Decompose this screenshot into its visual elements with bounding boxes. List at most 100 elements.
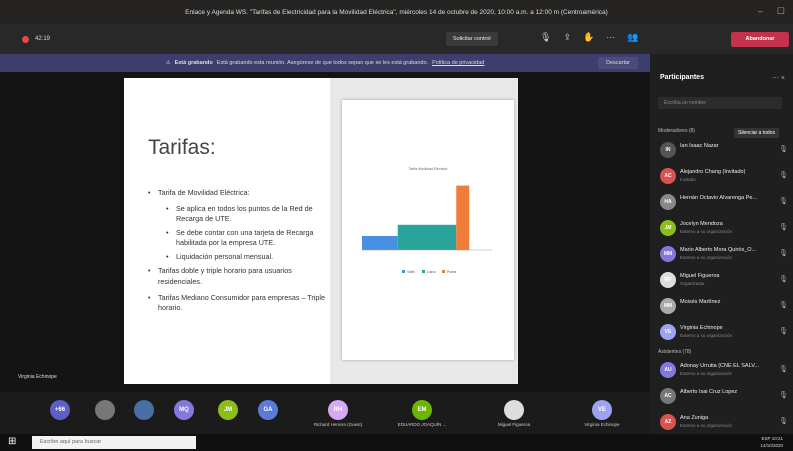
window-title-bar: Enlace y Agenda WS. "Tarifas de Electric… bbox=[0, 0, 793, 24]
participants-icon[interactable]: 👥 bbox=[627, 32, 638, 43]
participant-avatar[interactable] bbox=[134, 400, 154, 420]
participant-name: Adonay Urrutia (CNE EL SALV... bbox=[680, 363, 759, 369]
chart-document: Tarifa Movilidad Eléctrica Valle Llano Punt… bbox=[342, 100, 514, 360]
participant-avatar[interactable] bbox=[95, 400, 115, 420]
meeting-stage: Tarifas: Tarifa de Movilidad Eléctrica: … bbox=[0, 72, 650, 392]
participant-avatar: IN bbox=[660, 142, 676, 158]
slide-content: Tarifas: Tarifa de Movilidad Eléctrica: … bbox=[124, 78, 330, 384]
dismiss-button[interactable]: Descartar bbox=[598, 57, 638, 69]
participant-row[interactable]: MM Moisés Martínez 🎙 bbox=[660, 298, 790, 318]
participant-row[interactable]: AC Alberto Isai Cruz Lopez 🎙 bbox=[660, 388, 790, 408]
participant-row[interactable]: HA Hernán Octavio Alvarenga Pe... 🎙 bbox=[660, 194, 790, 214]
mic-icon[interactable]: 🎙 bbox=[779, 275, 788, 283]
participant-row[interactable]: AU Adonay Urrutia (CNE EL SALV... Externo … bbox=[660, 362, 790, 382]
reactions-icon[interactable]: ✋ bbox=[583, 32, 594, 43]
recording-banner: ⚠ Está grabando Está grabando esta reuni… bbox=[0, 54, 650, 72]
attendees-header: Asistentes (78) bbox=[658, 349, 692, 355]
participant-avatar: AZ bbox=[660, 414, 676, 430]
participant-status: Externo a su organización bbox=[680, 333, 733, 338]
participant-label: EDUARDO JOAQUÍN ... bbox=[397, 422, 447, 427]
meeting-timer: 42:19 bbox=[35, 36, 51, 42]
participant-label: Virginia Echinope bbox=[584, 422, 620, 427]
mic-icon[interactable]: 🎙 bbox=[779, 301, 788, 309]
participant-row[interactable]: AZ Ana Zuniga Externo a su organización 🎙 bbox=[660, 414, 790, 434]
warning-icon: ⚠ bbox=[165, 60, 171, 66]
more-icon[interactable]: ⋯ bbox=[772, 75, 779, 82]
speaker-label: Virginia Echinope bbox=[18, 374, 57, 380]
taskbar-search[interactable]: Escribe aquí para buscar bbox=[32, 436, 196, 449]
participant-row[interactable]: AC Alejandro Chang (Invitado) Invitado 🎙 bbox=[660, 168, 790, 188]
legend-label: Llano bbox=[427, 270, 436, 274]
mic-icon[interactable]: 🎙 bbox=[779, 171, 788, 179]
more-options-icon[interactable]: ⋯ bbox=[606, 32, 615, 43]
mic-icon[interactable]: 🎙 bbox=[540, 32, 551, 43]
participant-avatar[interactable]: JM bbox=[218, 400, 238, 420]
participant-avatar: AC bbox=[660, 388, 676, 404]
participant-status: Organizador bbox=[680, 281, 705, 286]
slide-chart-area: Tarifa Movilidad Eléctrica Valle Llano Punt… bbox=[330, 78, 518, 384]
moderators-header: Moderadores (8) bbox=[658, 128, 695, 134]
mic-icon[interactable]: 🎙 bbox=[779, 417, 788, 425]
leave-button[interactable]: Abandonar bbox=[731, 32, 789, 47]
participant-name: Ian Isaac Nazar bbox=[680, 143, 719, 149]
mute-all-button[interactable]: Silenciar a todos bbox=[734, 128, 779, 138]
mic-icon[interactable]: 🎙 bbox=[779, 365, 788, 373]
participant-avatar[interactable]: +66 bbox=[50, 400, 70, 420]
leave-label: Abandonar bbox=[745, 36, 775, 42]
participant-name: Virginia Echinope bbox=[680, 325, 723, 331]
meeting-toolbar: 42:19 Solicitar control 🎙 ⇪ ✋ ⋯ 👥 Abando… bbox=[0, 24, 793, 54]
sub-bullet: Liquidación personal mensual. bbox=[148, 252, 330, 262]
participant-label: Miguel Figueroa bbox=[497, 422, 531, 427]
participant-row[interactable]: VE Virginia Echinope Externo a su organiza… bbox=[660, 324, 790, 344]
participant-row[interactable]: MF Miguel Figueroa Organizador 🎙 bbox=[660, 272, 790, 292]
participant-avatar[interactable] bbox=[504, 400, 524, 420]
slide-title: Tarifas: bbox=[148, 136, 216, 159]
participant-avatar: JM bbox=[660, 220, 676, 236]
participant-name: Miguel Figueroa bbox=[680, 273, 720, 279]
chart-bar bbox=[456, 185, 470, 250]
participant-avatar[interactable]: MQ bbox=[174, 400, 194, 420]
bullet: Tarifa de Movilidad Eléctrica: bbox=[148, 188, 330, 198]
participant-avatar[interactable]: EM bbox=[412, 400, 432, 420]
close-icon[interactable]: × bbox=[781, 75, 785, 82]
participant-label: Richard Herrera (Guest) bbox=[313, 422, 363, 427]
minimize-icon[interactable]: – bbox=[758, 6, 763, 17]
participant-status: Externo a su organización bbox=[680, 371, 733, 376]
invite-input[interactable]: Escriba un nombre bbox=[658, 97, 782, 109]
system-tray: ESP 10:21 14/10/2020 bbox=[760, 435, 783, 449]
participant-avatar[interactable]: GA bbox=[258, 400, 278, 420]
clock-time: 10:21 bbox=[771, 436, 783, 441]
participant-avatar: AU bbox=[660, 362, 676, 378]
participant-avatar: HA bbox=[660, 194, 676, 210]
participant-avatar: VE bbox=[660, 324, 676, 340]
maximize-icon[interactable]: ☐ bbox=[777, 6, 785, 17]
request-control-button[interactable]: Solicitar control bbox=[446, 32, 498, 46]
participant-avatar[interactable]: VE bbox=[592, 400, 612, 420]
mic-icon[interactable]: 🎙 bbox=[779, 327, 788, 335]
participant-name: Mario Alberto Mora Quirós_O... bbox=[680, 247, 757, 253]
window-controls: – ☐ bbox=[758, 6, 785, 17]
bullet: Tarifas doble y triple horario para usua… bbox=[148, 266, 330, 286]
participant-row[interactable]: IN Ian Isaac Nazar 🎙 bbox=[660, 142, 790, 162]
mic-icon[interactable]: 🎙 bbox=[779, 223, 788, 231]
participant-row[interactable]: MM Mario Alberto Mora Quirós_O... Externo … bbox=[660, 246, 790, 266]
panel-title: Participantes bbox=[660, 74, 704, 81]
participant-name: Alejandro Chang (Invitado) bbox=[680, 169, 746, 175]
mic-icon[interactable]: 🎙 bbox=[779, 197, 788, 205]
chart-bar bbox=[397, 224, 457, 250]
sub-bullet: Se debe contar con una tarjeta de Recarg… bbox=[148, 228, 330, 248]
participant-row[interactable]: JM Jocelyn Mendoza Externo a su organizaci… bbox=[660, 220, 790, 240]
mic-icon[interactable]: 🎙 bbox=[779, 249, 788, 257]
share-icon[interactable]: ⇪ bbox=[563, 32, 571, 43]
participant-avatar: MF bbox=[660, 272, 676, 288]
participant-avatar[interactable]: RH bbox=[328, 400, 348, 420]
mic-icon[interactable]: 🎙 bbox=[779, 145, 788, 153]
privacy-link[interactable]: Política de privacidad bbox=[432, 60, 484, 66]
mic-icon[interactable]: 🎙 bbox=[779, 391, 788, 399]
participant-avatar: AC bbox=[660, 168, 676, 184]
participant-name: Hernán Octavio Alvarenga Pe... bbox=[680, 195, 758, 201]
banner-text: Está grabando esta reunión. Asegúrese de… bbox=[216, 60, 429, 66]
windows-start-icon[interactable]: ⊞ bbox=[8, 437, 16, 447]
participant-name: Ana Zuniga bbox=[680, 415, 709, 421]
participant-avatar: MM bbox=[660, 298, 676, 314]
